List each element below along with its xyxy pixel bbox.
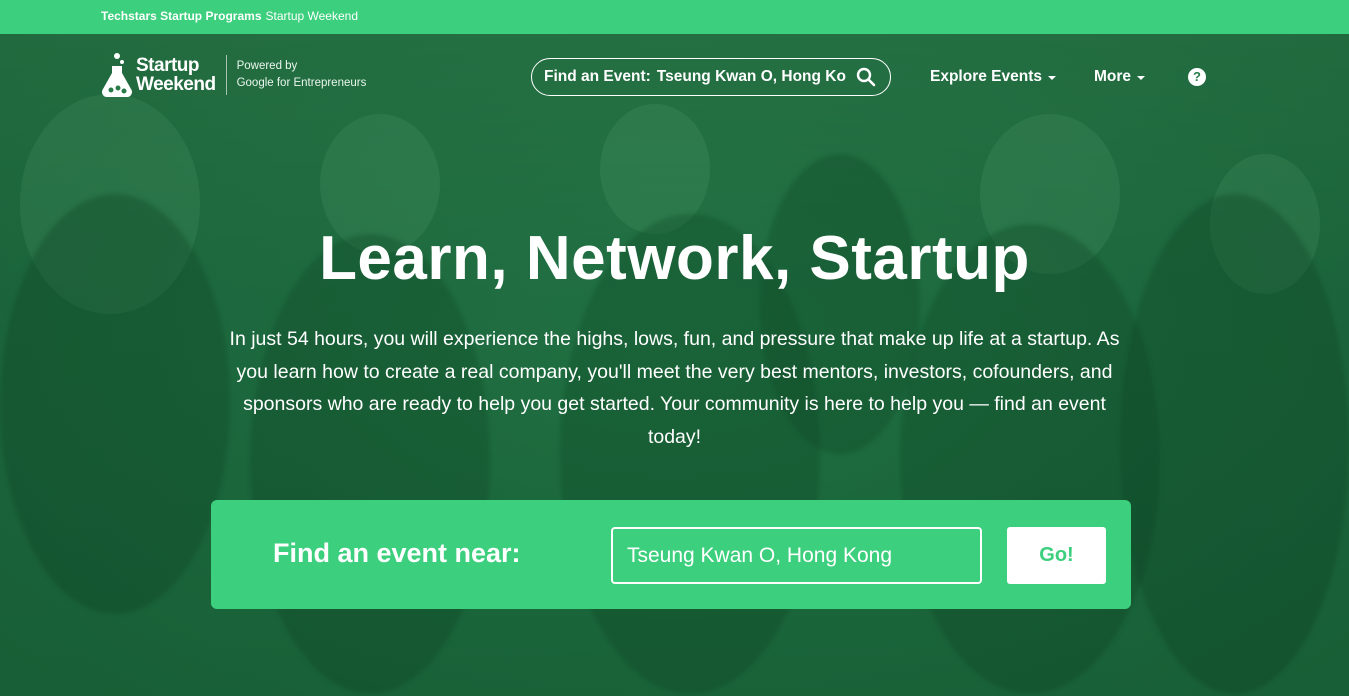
- topbar-brand-link[interactable]: Techstars Startup Programs: [101, 9, 262, 23]
- nav-explore-events[interactable]: Explore Events: [930, 68, 1056, 86]
- logo-wordmark: Startup Weekend: [136, 55, 216, 95]
- logo-divider: [225, 55, 227, 95]
- header-event-search[interactable]: Find an Event: Tseung Kwan O, Hong Kong: [531, 58, 891, 96]
- chevron-down-icon: [1048, 76, 1056, 80]
- header-search-value[interactable]: Tseung Kwan O, Hong Kong: [657, 68, 847, 86]
- event-location-input[interactable]: [611, 527, 982, 584]
- powered-by-text: Powered by Google for Entrepreneurs: [236, 60, 367, 89]
- topbar-breadcrumb: Techstars Startup Programs Startup Weeken…: [101, 9, 358, 23]
- search-icon[interactable]: [856, 67, 876, 87]
- nav-more[interactable]: More: [1094, 68, 1146, 86]
- event-search-card: Find an event near: Go!: [211, 500, 1131, 609]
- header-search-label: Find an Event:: [544, 68, 651, 85]
- go-button[interactable]: Go!: [1007, 527, 1106, 584]
- flask-logo-icon: [102, 53, 132, 97]
- chevron-down-icon: [1137, 76, 1146, 80]
- help-icon[interactable]: ?: [1188, 68, 1206, 86]
- startup-weekend-logo[interactable]: Startup Weekend Powered by Google for En…: [101, 50, 366, 100]
- topbar-section-link[interactable]: Startup Weekend: [266, 9, 359, 23]
- event-search-label: Find an event near:: [273, 538, 521, 568]
- hero-subtext: In just 54 hours, you will experience th…: [229, 328, 1120, 448]
- top-strip: Techstars Startup Programs Startup Weeken…: [0, 0, 1349, 34]
- hero-headline: Learn, Network, Startup: [319, 224, 1030, 293]
